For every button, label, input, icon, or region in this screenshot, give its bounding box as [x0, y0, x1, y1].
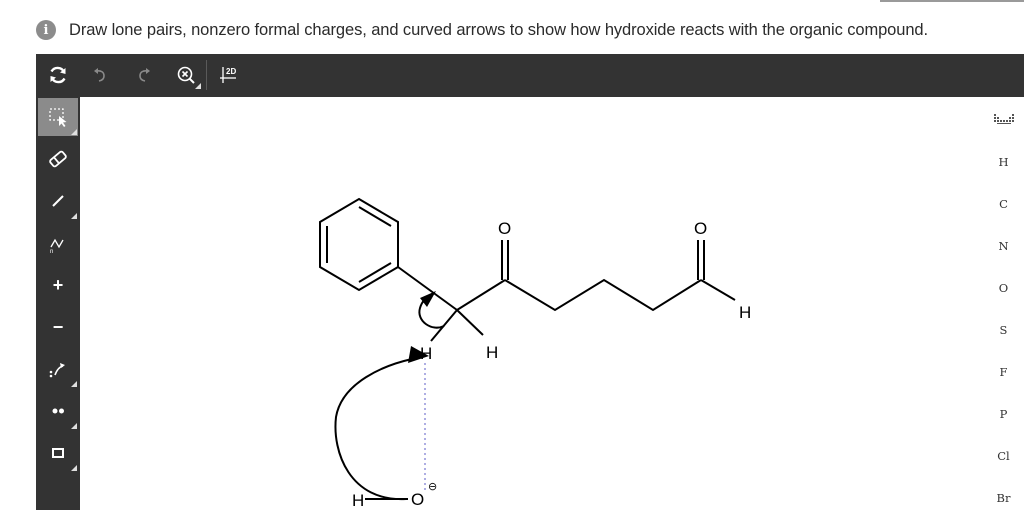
plus-icon: + — [52, 274, 64, 295]
negative-charge-tool[interactable]: − — [38, 308, 78, 346]
chain-icon: n — [50, 238, 64, 254]
atom-label: H — [998, 155, 1009, 169]
arrowhead-icon — [420, 291, 436, 307]
svg-text:n: n — [50, 249, 53, 254]
refresh-icon — [50, 66, 66, 84]
atom-label: N — [998, 239, 1009, 253]
atom-label: F — [999, 365, 1008, 379]
atom-button-c[interactable]: C — [983, 186, 1024, 222]
aromatic-double-bond — [358, 262, 392, 283]
chain-tool[interactable]: n — [38, 224, 78, 262]
lone-pair-tool[interactable] — [38, 392, 78, 430]
select-icon — [49, 108, 67, 127]
hydrogen-label: H — [739, 303, 751, 322]
molecule-editor: 2D n + − O O H H H H O ⊖ H C N O S F P C… — [36, 54, 1024, 510]
question-prompt: i Draw lone pairs, nonzero formal charge… — [36, 17, 928, 43]
aromatic-double-bond — [358, 206, 392, 227]
atom-label: Br — [996, 491, 1011, 505]
drawing-canvas[interactable]: O O H H H H O ⊖ — [80, 97, 983, 510]
atom-label: O — [998, 281, 1009, 295]
atom-button-o[interactable]: O — [983, 270, 1024, 306]
minus-icon: − — [52, 316, 64, 337]
positive-charge-tool[interactable]: + — [38, 266, 78, 304]
molecule-drawing: O O H H H H O ⊖ — [319, 197, 751, 510]
submenu-indicator-icon — [71, 129, 77, 135]
periodic-table-icon — [993, 114, 1014, 124]
select-tool[interactable] — [38, 98, 78, 136]
hydrogen-label: H — [486, 343, 498, 362]
hydrogen-label: H — [352, 491, 364, 510]
atom-palette: H C N O S F P Cl Br — [983, 97, 1024, 510]
clean-2d-button[interactable]: 2D — [214, 60, 246, 90]
redo-icon — [139, 68, 150, 82]
carbon-chain — [504, 278, 702, 312]
zoom-close-icon — [177, 66, 195, 84]
atom-label: Cl — [997, 449, 1010, 463]
aldehyde-h-bond — [700, 279, 736, 301]
clean-2d-icon: 2D — [220, 67, 236, 83]
atom-button-h[interactable]: H — [983, 144, 1024, 180]
left-toolbar: n + − — [36, 97, 80, 510]
curved-arrow-icon — [49, 363, 65, 378]
redo-button[interactable] — [128, 60, 160, 90]
lone-pair-icon — [52, 408, 64, 414]
top-divider-line — [880, 0, 1024, 2]
oxygen-label: O — [498, 219, 511, 238]
submenu-indicator-icon — [71, 213, 77, 219]
toolbar-separator — [206, 60, 207, 90]
oxygen-label: O — [411, 490, 424, 509]
shape-tool[interactable] — [38, 434, 78, 472]
periodic-table-button[interactable] — [983, 101, 1024, 137]
atom-button-n[interactable]: N — [983, 228, 1024, 264]
bond-tool[interactable] — [38, 182, 78, 220]
rectangle-icon — [52, 448, 64, 458]
atom-button-s[interactable]: S — [983, 312, 1024, 348]
atom-button-br[interactable]: Br — [983, 480, 1024, 516]
clear-canvas-button[interactable] — [42, 60, 74, 90]
clean-2d-label: 2D — [226, 67, 236, 76]
oxygen-label: O — [694, 219, 707, 238]
info-icon: i — [36, 20, 56, 40]
atom-button-cl[interactable]: Cl — [983, 438, 1024, 474]
curved-arrow-hydroxide — [334, 358, 413, 501]
atom-label: S — [999, 323, 1008, 337]
zoom-button[interactable] — [170, 60, 202, 90]
question-text: Draw lone pairs, nonzero formal charges,… — [69, 20, 928, 39]
alpha-h-bond — [456, 309, 484, 336]
undo-button[interactable] — [84, 60, 116, 90]
negative-charge-label: ⊖ — [428, 480, 437, 493]
atom-label: C — [999, 197, 1008, 211]
benzene-ring — [319, 197, 399, 292]
eraser-icon — [49, 150, 67, 168]
atom-button-p[interactable]: P — [983, 396, 1024, 432]
eraser-tool[interactable] — [38, 140, 78, 178]
bond-alpha-carbonyl — [456, 279, 506, 311]
submenu-indicator-icon — [71, 381, 77, 387]
submenu-indicator-icon — [71, 465, 77, 471]
single-bond-icon — [52, 195, 64, 207]
curved-arrow-tool[interactable] — [38, 350, 78, 388]
alpha-h-bond — [430, 309, 458, 342]
undo-icon — [94, 68, 105, 82]
atom-label: P — [999, 407, 1008, 421]
submenu-indicator-icon — [71, 423, 77, 429]
submenu-indicator-icon — [195, 83, 201, 89]
top-toolbar: 2D — [36, 54, 1024, 97]
atom-button-f[interactable]: F — [983, 354, 1024, 390]
